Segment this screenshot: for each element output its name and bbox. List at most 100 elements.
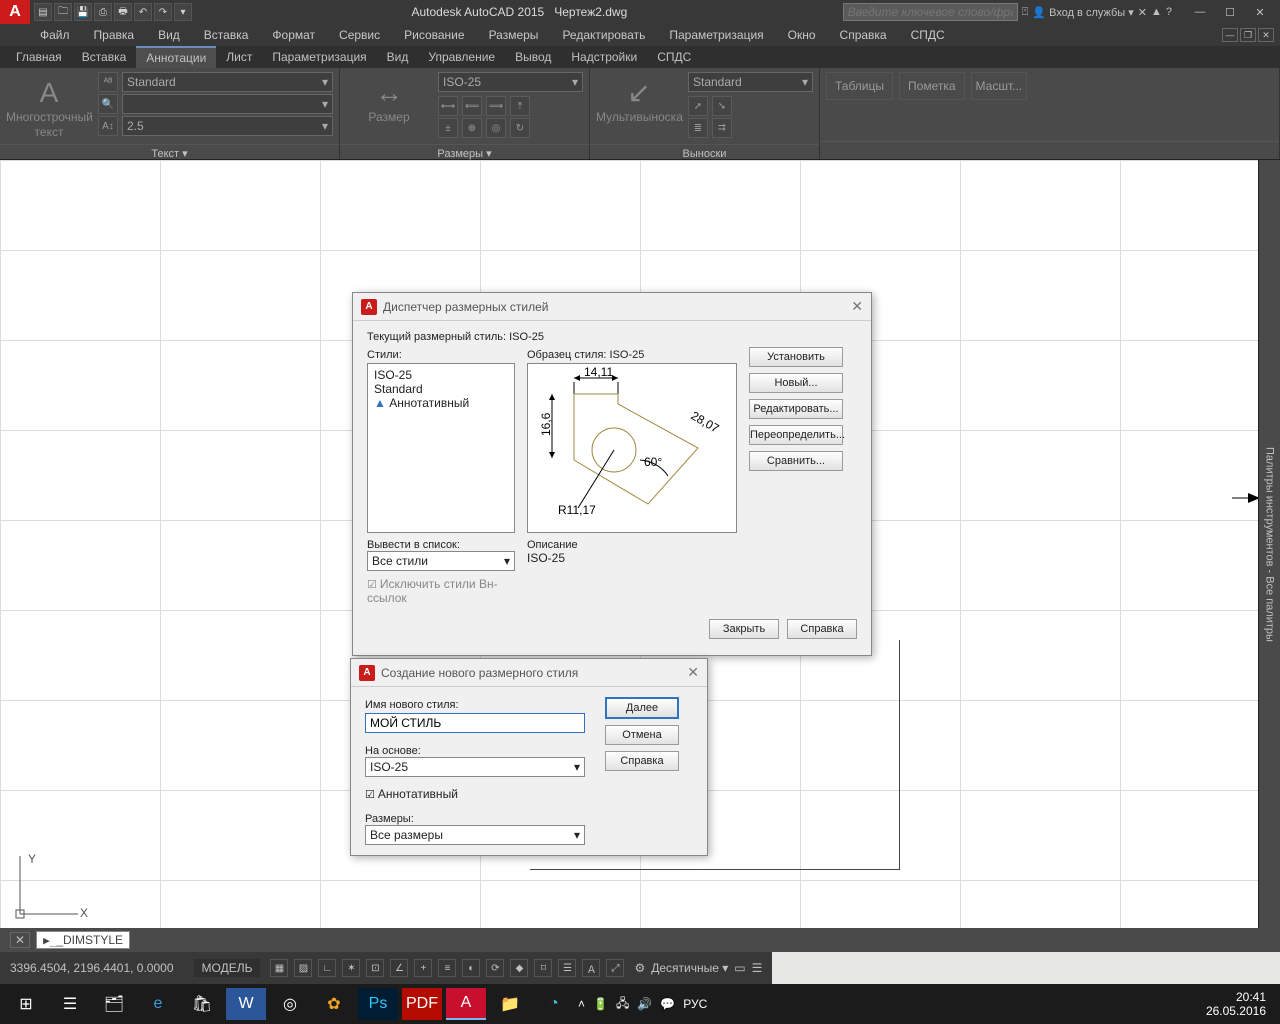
- baseon-combo[interactable]: ISO-25▾: [365, 757, 585, 777]
- list-item[interactable]: ▲ Аннотативный: [374, 396, 508, 410]
- findtext-icon[interactable]: 🔍: [98, 94, 118, 114]
- workspace-switch-icon[interactable]: ⚙: [634, 961, 645, 975]
- dimension-button[interactable]: ↔Размер: [346, 72, 432, 125]
- taskbar-clock[interactable]: 20:4126.05.2016: [1206, 990, 1274, 1019]
- cycling-toggle-icon[interactable]: ⟳: [486, 959, 504, 977]
- textheight-combo[interactable]: 2.5▾: [122, 116, 333, 136]
- styles-listbox[interactable]: ISO-25 Standard ▲ Аннотативный: [367, 363, 515, 533]
- system-tray[interactable]: ˄ 🔋 🖧 🔊 💬 РУС: [578, 994, 707, 1015]
- start-button[interactable]: ⊞: [6, 988, 46, 1020]
- textstyle-icon[interactable]: ᴬᴮ: [98, 72, 118, 92]
- close-button[interactable]: Закрыть: [709, 619, 779, 639]
- minimize-button[interactable]: —: [1186, 2, 1214, 22]
- menu-window[interactable]: Окно: [788, 28, 816, 42]
- dim-linear-icon[interactable]: ⟷: [438, 96, 458, 116]
- leader-collect-icon[interactable]: ⮆: [712, 118, 732, 138]
- help-button[interactable]: Справка: [787, 619, 857, 639]
- tray-notif-icon[interactable]: 💬: [660, 997, 675, 1011]
- menu-dimension[interactable]: Размеры: [489, 28, 539, 42]
- override-button[interactable]: Переопределить...: [749, 425, 843, 445]
- tray-battery-icon[interactable]: 🔋: [593, 997, 608, 1011]
- explorer-icon[interactable]: 🗂: [94, 988, 134, 1020]
- tab-parametric[interactable]: Параметризация: [262, 47, 376, 67]
- cancel-button[interactable]: Отмена: [605, 725, 679, 745]
- ortho-toggle-icon[interactable]: ∟: [318, 959, 336, 977]
- store-icon[interactable]: 🛍: [182, 988, 222, 1020]
- close-button[interactable]: ✕: [1246, 2, 1274, 22]
- list-item[interactable]: ISO-25: [374, 368, 508, 382]
- extra-markup-button[interactable]: Пометка: [899, 72, 965, 100]
- command-line[interactable]: ▶__DIMSTYLE: [36, 931, 130, 949]
- compare-button[interactable]: Сравнить...: [749, 451, 843, 471]
- tab-annotations[interactable]: Аннотации: [136, 46, 216, 68]
- dim-update-icon[interactable]: ↻: [510, 118, 530, 138]
- tool-palettes-bar[interactable]: Палитры инструментов - Все палитры: [1258, 160, 1280, 928]
- continue-button[interactable]: Далее: [605, 697, 679, 719]
- dim-quick-icon[interactable]: ⟸: [462, 96, 482, 116]
- dimstyle-close-icon[interactable]: ✕: [851, 298, 863, 315]
- qat-undo-icon[interactable]: ↶: [134, 3, 152, 21]
- showlist-combo[interactable]: Все стили▾: [367, 551, 515, 571]
- qat-new-icon[interactable]: ▤: [34, 3, 52, 21]
- osnap-toggle-icon[interactable]: ⊡: [366, 959, 384, 977]
- menu-help[interactable]: Справка: [840, 28, 887, 42]
- grid-toggle-icon[interactable]: ▦: [270, 959, 288, 977]
- photoshop-icon[interactable]: Ps: [358, 988, 398, 1020]
- tab-view[interactable]: Вид: [377, 47, 419, 67]
- modify-button[interactable]: Редактировать...: [749, 399, 843, 419]
- info-center-icon[interactable]: ⍞: [1022, 6, 1029, 19]
- mdi-restore-icon[interactable]: ❐: [1240, 28, 1256, 42]
- newstyle-close-icon[interactable]: ✕: [687, 664, 699, 681]
- menu-modify[interactable]: Редактировать: [562, 28, 645, 42]
- tray-lang[interactable]: РУС: [683, 997, 707, 1011]
- menu-tools[interactable]: Сервис: [339, 28, 380, 42]
- menu-parametric[interactable]: Параметризация: [669, 28, 763, 42]
- chrome-icon[interactable]: ◎: [270, 988, 310, 1020]
- signin-button[interactable]: 👤 Вход в службы ▾: [1032, 6, 1133, 19]
- menu-edit[interactable]: Правка: [94, 28, 135, 42]
- snap-toggle-icon[interactable]: ▨: [294, 959, 312, 977]
- custom-status-icon[interactable]: ☰: [752, 961, 763, 975]
- folder-icon[interactable]: 📁: [490, 988, 530, 1020]
- tray-volume-icon[interactable]: 🔊: [637, 997, 652, 1011]
- tray-network-icon[interactable]: 🖧: [616, 994, 629, 1015]
- dim-tol-icon[interactable]: ±: [438, 118, 458, 138]
- exclude-xref-checkbox[interactable]: ☑ Исключить стили Вн-ссылок: [367, 577, 515, 605]
- textheight-icon[interactable]: A↕: [98, 116, 118, 136]
- tab-sheet[interactable]: Лист: [216, 47, 262, 67]
- autocad-icon[interactable]: A: [446, 988, 486, 1020]
- newname-input[interactable]: [365, 713, 585, 733]
- polar-toggle-icon[interactable]: ✶: [342, 959, 360, 977]
- menu-insert[interactable]: Вставка: [204, 28, 249, 42]
- menu-draw[interactable]: Рисование: [404, 28, 464, 42]
- help-search-input[interactable]: [843, 3, 1018, 21]
- leader-align-icon[interactable]: ≣: [688, 118, 708, 138]
- exchange-apps-icon[interactable]: ✕: [1138, 6, 1147, 19]
- pdf-icon[interactable]: PDF: [402, 988, 442, 1020]
- taskview-icon[interactable]: ☰: [50, 988, 90, 1020]
- annotative-checkbox[interactable]: ☑ Аннотативный: [365, 787, 585, 801]
- qat-redo-icon[interactable]: ↷: [154, 3, 172, 21]
- extra-tables-button[interactable]: Таблицы: [826, 72, 893, 100]
- dyn-toggle-icon[interactable]: +: [414, 959, 432, 977]
- new-button[interactable]: Новый...: [749, 373, 843, 393]
- menu-format[interactable]: Формат: [272, 28, 315, 42]
- textstyle-combo[interactable]: Standard▾: [122, 72, 333, 92]
- lwt-toggle-icon[interactable]: ≡: [438, 959, 456, 977]
- cleanscreen-icon[interactable]: ▭: [734, 961, 745, 975]
- modelspace-toggle[interactable]: МОДЕЛЬ: [194, 959, 261, 977]
- menu-view[interactable]: Вид: [158, 28, 180, 42]
- dim-inspect-icon[interactable]: ◎: [486, 118, 506, 138]
- leader-add-icon[interactable]: ➚: [688, 96, 708, 116]
- dimstyle-combo[interactable]: ISO-25▾: [438, 72, 583, 92]
- dim-continue-icon[interactable]: ⟹: [486, 96, 506, 116]
- transparency-toggle-icon[interactable]: ◐: [462, 959, 480, 977]
- cmdline-close-icon[interactable]: ✕: [10, 932, 30, 948]
- leaderstyle-combo[interactable]: Standard▾: [688, 72, 813, 92]
- mdi-close-icon[interactable]: ✕: [1258, 28, 1274, 42]
- multiline-text-button[interactable]: AМногострочный текст: [6, 72, 92, 140]
- findtext-input[interactable]: ▾: [122, 94, 333, 114]
- tray-up-icon[interactable]: ˄: [578, 997, 585, 1011]
- qat-save-icon[interactable]: 💾: [74, 3, 92, 21]
- tab-output[interactable]: Вывод: [505, 47, 561, 67]
